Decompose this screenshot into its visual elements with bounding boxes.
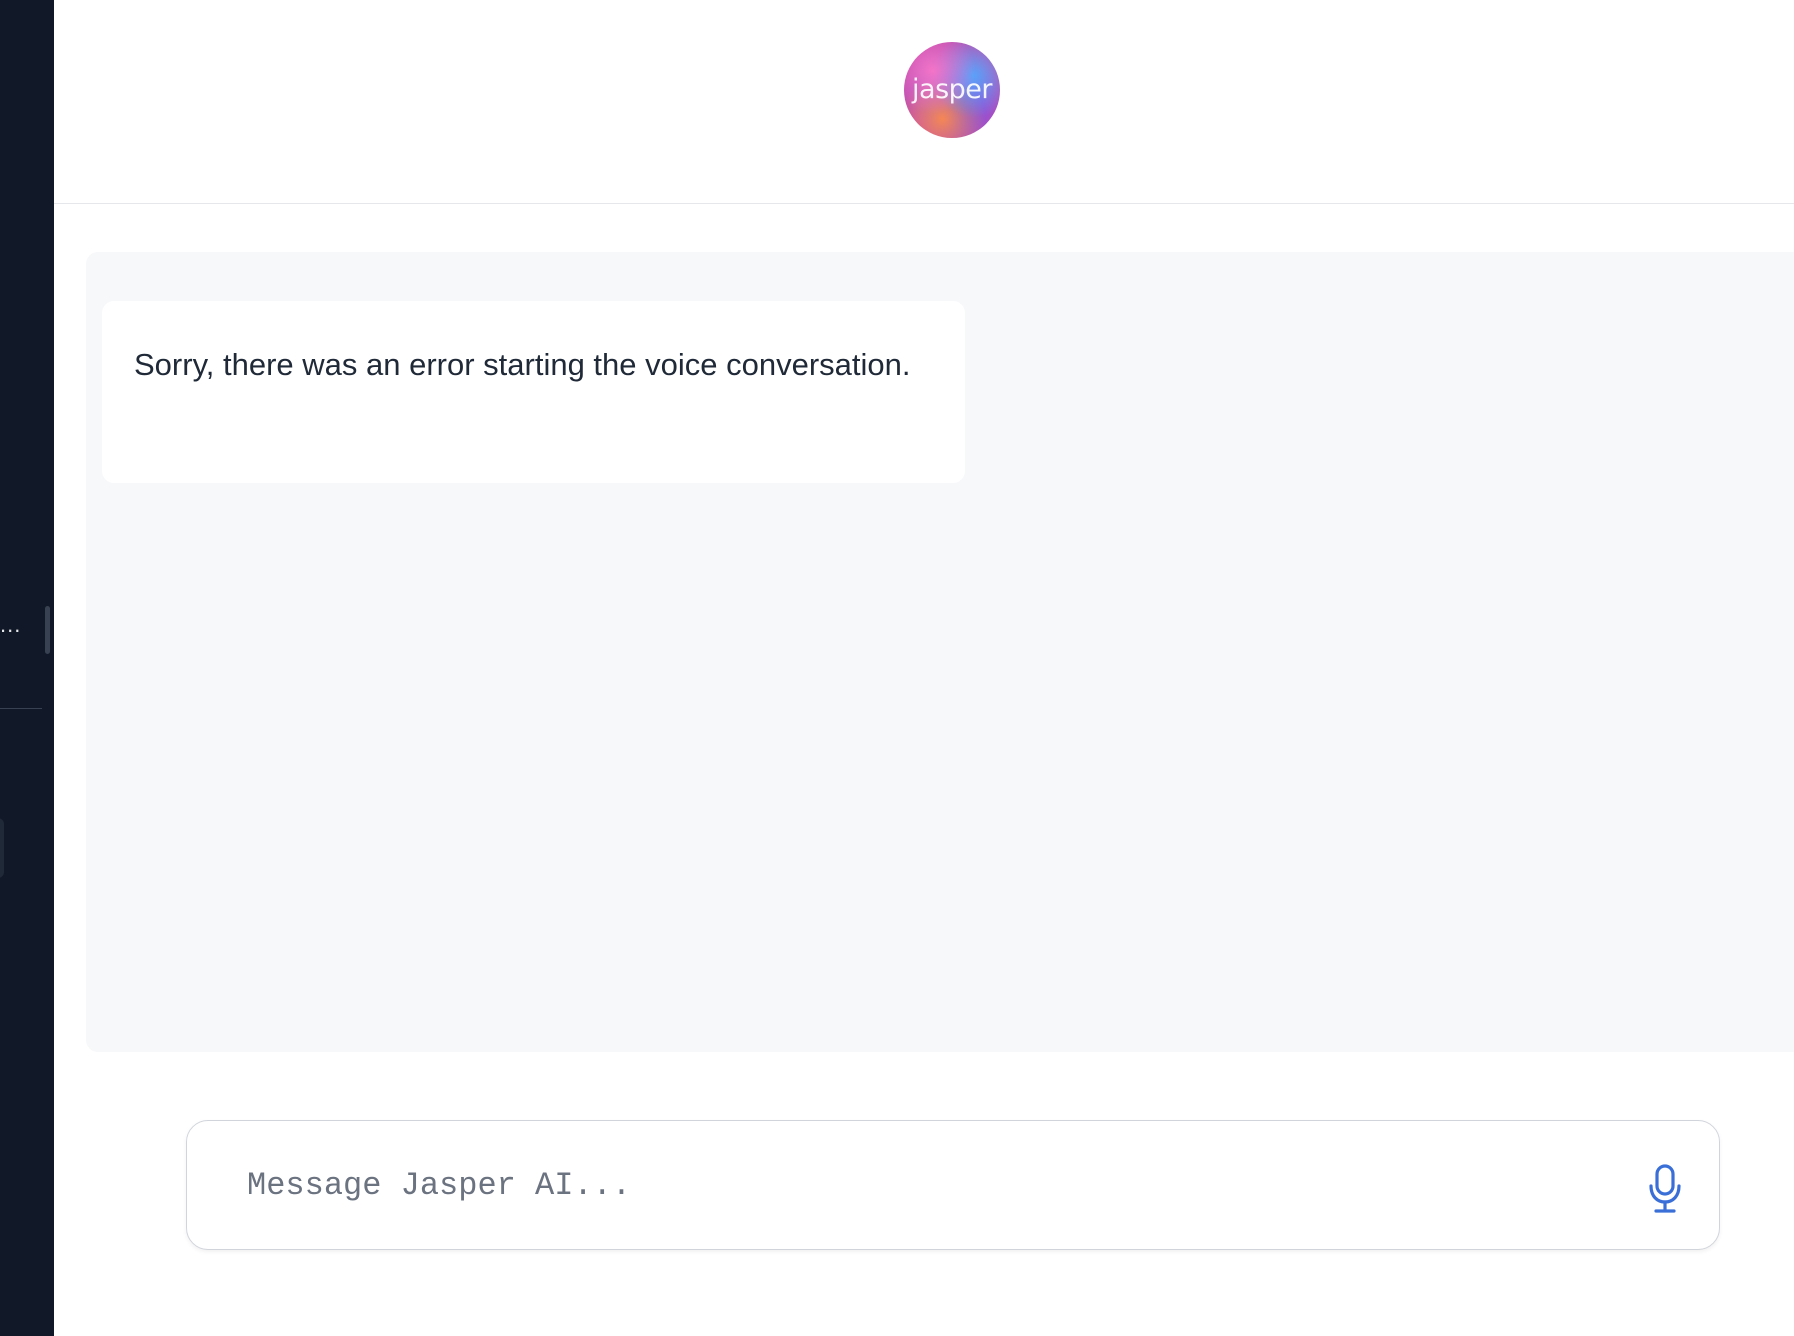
voice-button[interactable] [1641, 1161, 1689, 1217]
sidebar-truncated-label[interactable]: ... [0, 614, 21, 636]
sidebar: ... [0, 0, 54, 1336]
jasper-logo: jasper [904, 42, 1000, 138]
app-window: ... jasper Sorry, there was an error sta… [0, 0, 1794, 1336]
chat-area: Sorry, there was an error starting the v… [86, 252, 1794, 1052]
sidebar-resize-handle[interactable] [45, 606, 50, 654]
message-composer [186, 1120, 1720, 1250]
header: jasper [54, 0, 1794, 204]
assistant-message: Sorry, there was an error starting the v… [102, 301, 965, 483]
message-text: Sorry, there was an error starting the v… [134, 347, 911, 382]
microphone-icon [1649, 1164, 1681, 1213]
sidebar-item[interactable] [0, 818, 4, 878]
sidebar-divider [0, 708, 42, 709]
logo-text: jasper [912, 73, 992, 105]
main-panel: jasper Sorry, there was an error startin… [54, 0, 1794, 1336]
message-input[interactable] [247, 1155, 1587, 1215]
